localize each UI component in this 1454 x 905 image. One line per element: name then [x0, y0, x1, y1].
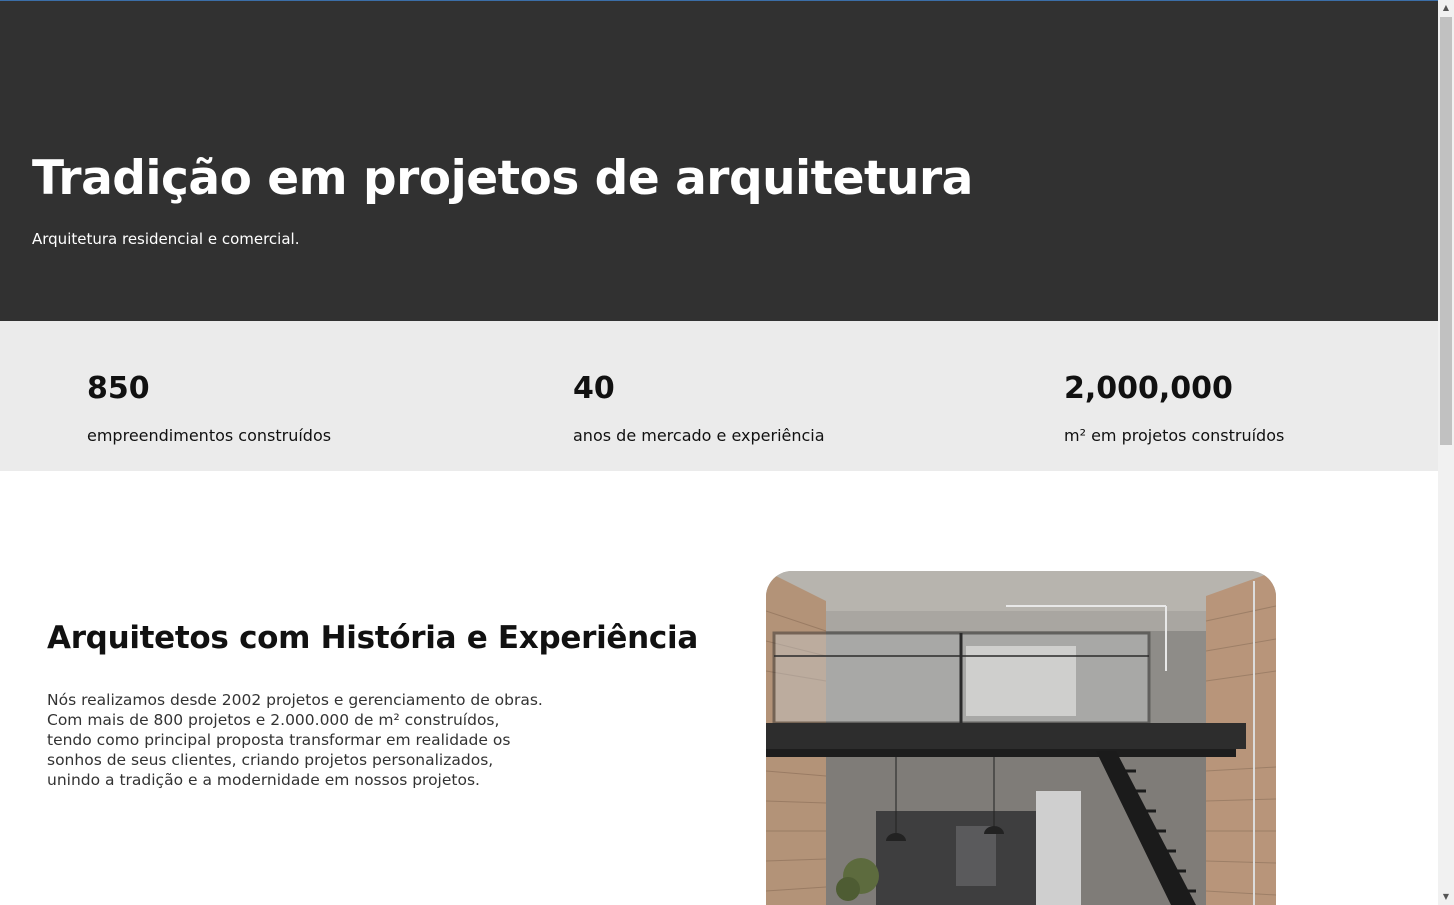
stat-number: 850 [87, 371, 150, 406]
loft-interior-photo [766, 571, 1276, 905]
stat-label: anos de mercado e experiência [573, 426, 825, 445]
stats-section: 850 empreendimentos construídos 40 anos … [0, 321, 1438, 471]
scrollbar-thumb[interactable] [1440, 17, 1452, 445]
stat-number: 40 [573, 371, 615, 406]
hero-subtitle: Arquitetura residencial e comercial. [32, 230, 300, 248]
chevron-down-icon[interactable]: ▼ [1438, 889, 1454, 905]
vertical-scrollbar[interactable]: ▲ ▼ [1438, 0, 1454, 905]
hero-title: Tradição em projetos de arquitetura [32, 151, 973, 206]
stat-number: 2,000,000 [1064, 371, 1233, 406]
about-text: Nós realizamos desde 2002 projetos e ger… [47, 691, 543, 789]
chevron-up-icon[interactable]: ▲ [1438, 0, 1454, 16]
stat-label: empreendimentos construídos [87, 426, 332, 445]
about-title: Arquitetos com História e Experiência [47, 620, 698, 656]
hero-section: Tradição em projetos de arquitetura Arqu… [0, 1, 1438, 321]
stat-label: m² em projetos construídos [1064, 426, 1285, 445]
